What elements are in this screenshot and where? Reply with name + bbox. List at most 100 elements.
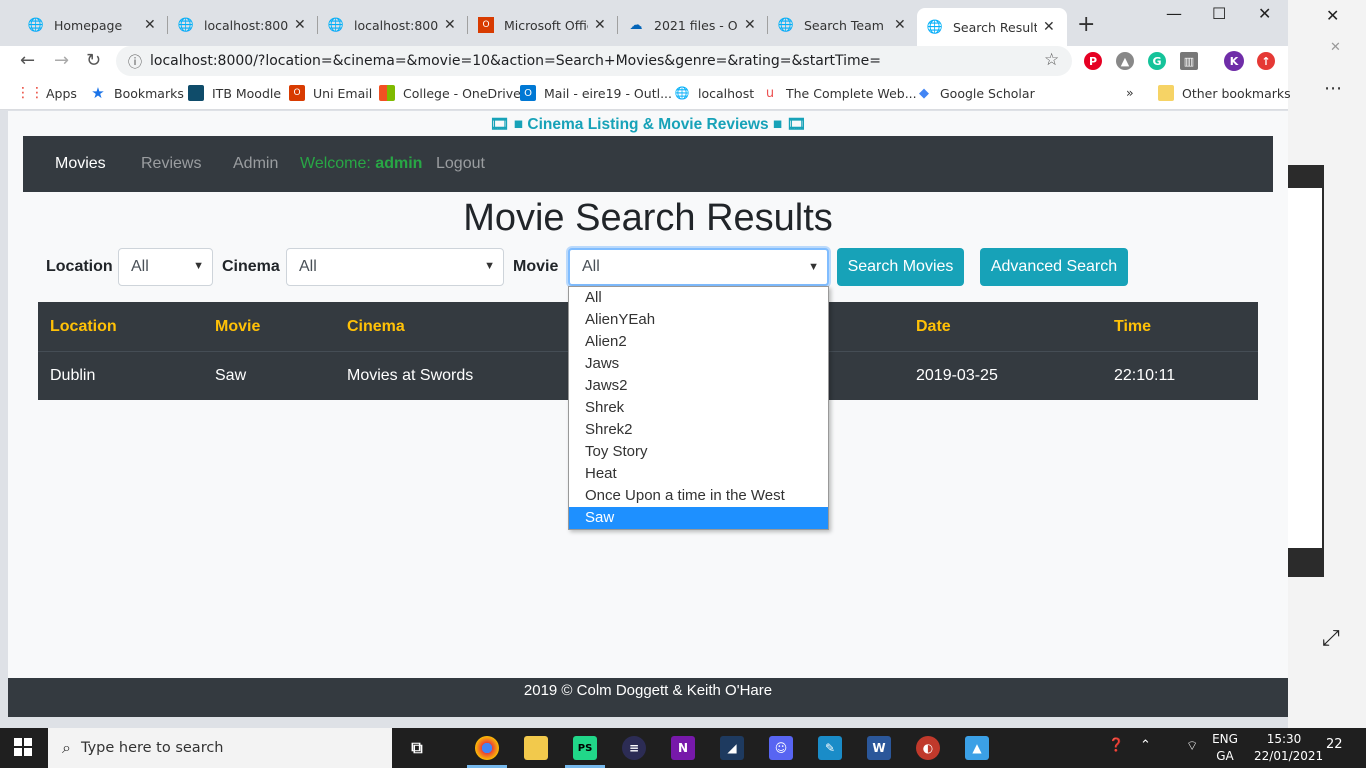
photos-icon[interactable]: ▲ [965,736,989,760]
bookmark-star-icon[interactable]: ☆ [1044,50,1059,70]
tab-onedrive[interactable]: ☁ 2021 files - OneD ✕ [618,8,768,42]
help-icon[interactable]: ❓ [1108,738,1124,753]
microsoft-icon [379,85,395,101]
movie-option[interactable]: Shrek [569,397,828,419]
background-close-icon-secondary[interactable]: ✕ [1330,40,1341,55]
movie-option[interactable]: Alien2 [569,331,828,353]
tab-microsoft-office[interactable]: O Microsoft Office ✕ [468,8,618,42]
window-close-icon[interactable]: ✕ [1258,4,1271,23]
nav-logout[interactable]: Logout [436,155,485,173]
taskbar-clock[interactable]: 15:30 22/01/2021 [1254,731,1323,765]
movie-option-selected[interactable]: Saw [569,507,828,529]
word-icon[interactable]: W [867,736,891,760]
site-brand[interactable]: 🎞 ■ Cinema Listing & Movie Reviews ■ 🎞 [8,115,1288,134]
bookmark-complete-web[interactable]: u The Complete Web... [762,85,917,101]
phpstorm-icon[interactable]: PS [573,736,597,760]
movie-option[interactable]: Jaws2 [569,375,828,397]
paint-icon[interactable]: ◐ [916,736,940,760]
tab-localhost-2[interactable]: 🌐 localhost:8000/i ✕ [318,8,468,42]
bookmark-other[interactable]: Other bookmarks [1158,85,1291,101]
movie-option[interactable]: All [569,287,828,309]
cinema-select[interactable]: All ▼ [286,248,504,286]
onenote-icon[interactable]: N [671,736,695,760]
bookmark-itb-moodle[interactable]: ITB Moodle [188,85,281,101]
close-icon[interactable]: ✕ [144,17,158,33]
movie-option[interactable]: AlienYEah [569,309,828,331]
analytics-extension-icon[interactable]: ▥ [1180,52,1198,70]
globe-icon: 🌐 [177,17,195,33]
back-icon[interactable]: ← [20,50,35,71]
bookmark-college-onedrive[interactable]: College - OneDrive [379,85,521,101]
wifi-icon[interactable]: ⌔ [1186,738,1198,754]
tab-search-results[interactable]: 🌐 Search Results ✕ [917,8,1067,46]
chrome-icon[interactable] [475,736,499,760]
column-header-cinema: Cinema [347,318,405,335]
tab-homepage[interactable]: 🌐 Homepage ✕ [18,8,168,42]
location-select[interactable]: All ▼ [118,248,213,286]
profile-avatar[interactable]: K [1224,51,1244,71]
reload-icon[interactable]: ↻ [86,50,101,71]
bookmark-bookmarks[interactable]: ★ Bookmarks [90,84,184,102]
close-icon[interactable]: ✕ [444,17,458,33]
language-indicator[interactable]: ENG GA [1210,731,1240,765]
background-close-icon[interactable]: ✕ [1326,6,1339,25]
bookmark-localhost[interactable]: 🌐 localhost [674,85,755,101]
nav-movies[interactable]: Movies [55,155,106,173]
new-tab-button[interactable]: + [1077,12,1095,37]
bookmark-mail[interactable]: O Mail - eire19 - Outl... [520,85,672,101]
bookmark-label: Google Scholar [940,85,1035,101]
minimize-icon[interactable]: — [1166,4,1182,23]
chevron-down-icon: ▼ [808,261,819,273]
moodle-icon [188,85,204,101]
url-text[interactable]: localhost:8000/?location=&cinema=&movie=… [150,53,881,69]
task-view-icon[interactable]: ⧉ [405,736,429,760]
close-icon[interactable]: ✕ [1043,19,1057,35]
windows-start-icon[interactable] [14,738,32,760]
close-icon[interactable]: ✕ [744,17,758,33]
location-select-value: All [131,258,149,275]
tab-localhost-1[interactable]: 🌐 localhost:8000/i ✕ [168,8,318,42]
bookmark-apps[interactable]: ⋮⋮ Apps [16,85,77,101]
eclipse-icon[interactable]: ≡ [622,736,646,760]
office-icon: O [289,85,305,101]
discord-icon[interactable]: ☺ [769,736,793,760]
movie-option[interactable]: Toy Story [569,441,828,463]
more-options-icon[interactable]: ⋯ [1324,78,1342,99]
cinema-select-value: All [299,258,317,275]
movie-option[interactable]: Jaws [569,353,828,375]
search-movies-button[interactable]: Search Movies [837,248,964,286]
close-icon[interactable]: ✕ [594,17,608,33]
forward-icon[interactable]: → [54,50,69,71]
bookmarks-overflow-icon[interactable]: » [1126,85,1134,100]
close-icon[interactable]: ✕ [894,17,908,33]
close-icon[interactable]: ✕ [294,17,308,33]
cell-movie: Saw [215,367,247,384]
movie-option[interactable]: Once Upon a time in the West [569,485,828,507]
update-extension-icon[interactable]: ↑ [1257,52,1275,70]
tray-chevron-icon[interactable]: ⌃ [1140,738,1151,753]
bookmark-uni-email[interactable]: O Uni Email [289,85,372,101]
sketch-tool-icon[interactable]: ✎ [818,736,842,760]
grammarly-icon[interactable]: G [1148,52,1166,70]
mysql-workbench-icon[interactable]: ◢ [720,736,744,760]
notifications-icon[interactable]: 22 [1326,737,1343,752]
column-header-time: Time [1114,318,1152,335]
globe-icon: 🌐 [674,86,690,100]
nav-admin[interactable]: Admin [233,155,278,173]
taskbar-search-box[interactable]: ⌕ Type here to search [48,728,392,768]
onedrive-icon: ☁ [629,17,643,33]
movie-select[interactable]: All ▼ [568,248,829,286]
tab-search-team[interactable]: 🌐 Search Team Re ✕ [768,8,918,42]
nav-reviews[interactable]: Reviews [141,155,201,173]
pinterest-icon[interactable]: P [1084,52,1102,70]
expand-icon[interactable]: ⤢ [1322,626,1340,651]
bookmark-google-scholar[interactable]: ◆ Google Scholar [916,85,1035,101]
movie-option[interactable]: Heat [569,463,828,485]
info-icon[interactable]: ⓘ [128,52,142,72]
maximize-icon[interactable]: ☐ [1212,4,1226,23]
file-explorer-icon[interactable] [524,736,548,760]
movie-option[interactable]: Shrek2 [569,419,828,441]
tab-label: Search Team Re [804,17,888,33]
advanced-search-button[interactable]: Advanced Search [980,248,1128,286]
drive-extension-icon[interactable]: ▲ [1116,52,1134,70]
